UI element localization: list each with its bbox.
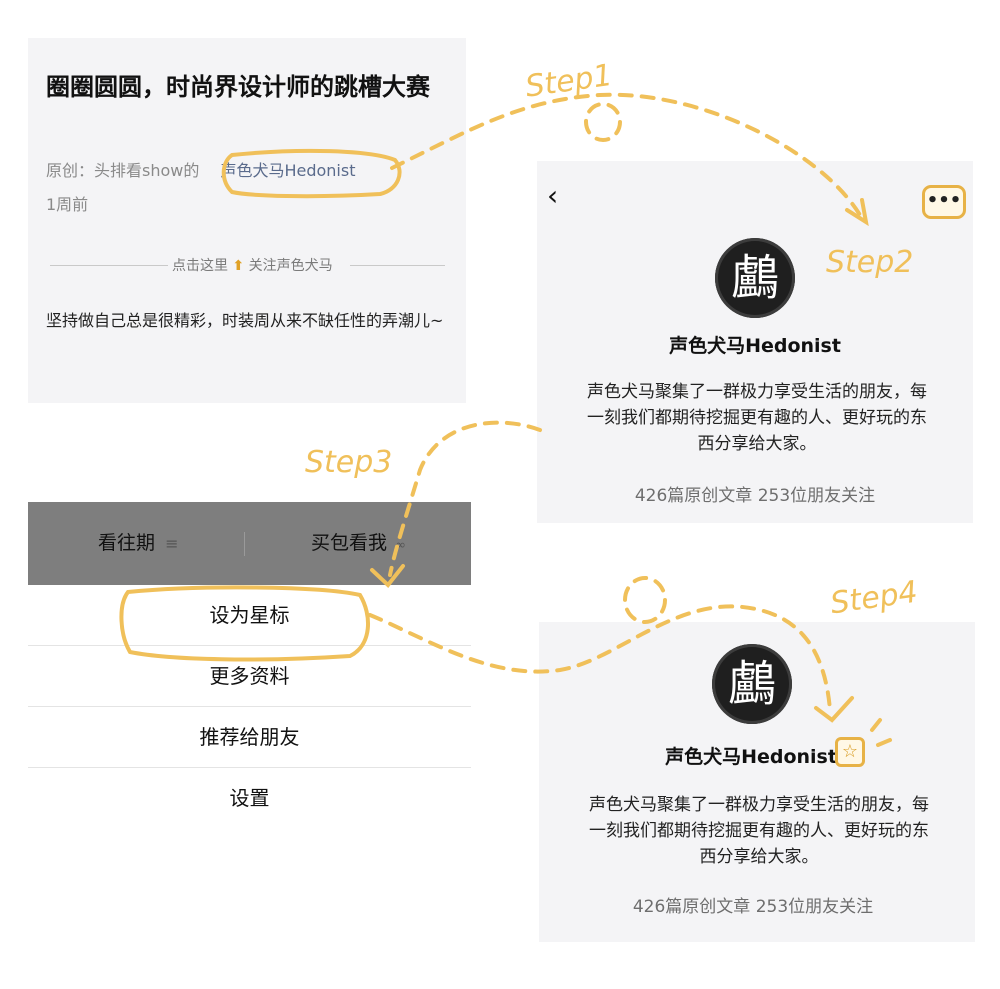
menu-item-more-info[interactable]: 更多资料 — [28, 646, 471, 707]
step4-label: Step4 — [828, 575, 919, 622]
tab-shop-label: 买包看我 — [311, 532, 388, 554]
follow-prompt-left: 点击这里 — [172, 258, 228, 274]
article-meta: 原创：头排看show的 声色犬马Hedonist — [46, 154, 363, 184]
menu-item-settings[interactable]: 设置 — [28, 768, 471, 828]
menu-item-star[interactable]: 设为星标 — [28, 585, 471, 646]
article-author-link[interactable]: 声色犬马Hedonist — [212, 154, 363, 184]
tab-shop[interactable]: 买包看我 ∞ — [311, 502, 406, 585]
tab-history-label: 看往期 — [98, 532, 156, 554]
star-icon: ☆ — [835, 737, 865, 767]
avatar: 鸕 — [715, 238, 795, 318]
more-icon[interactable]: ••• — [922, 185, 966, 219]
profile-panel: ‹ ••• 鸕 声色犬马Hedonist 声色犬马聚集了一群极力享受生活的朋友，… — [537, 161, 973, 523]
tab-separator — [244, 532, 245, 556]
list-icon: ≡ — [165, 534, 179, 553]
menu-tab-bar: 看往期 ≡ 买包看我 ∞ — [28, 502, 471, 585]
up-arrow-icon: ⬆ — [232, 258, 245, 274]
tab-history[interactable]: 看往期 ≡ — [98, 502, 178, 585]
article-title: 圈圈圆圆，时尚界设计师的跳槽大赛 — [46, 73, 430, 101]
profile-starred-panel: 鸕 声色犬马Hedonist 声色犬马聚集了一群极力享受生活的朋友，每一刻我们都… — [539, 622, 975, 942]
action-menu: 看往期 ≡ 买包看我 ∞ 设为星标 更多资料 推荐给朋友 设置 — [28, 502, 471, 834]
article-body: 坚持做自己总是很精彩，时装周从来不缺任性的弄潮儿~ — [46, 311, 444, 330]
profile-name: 声色犬马Hedonist — [665, 746, 837, 768]
profile-stats: 426篇原创文章 253位朋友关注 — [634, 486, 876, 506]
avatar: 鸕 — [712, 644, 792, 724]
profile-name: 声色犬马Hedonist — [669, 335, 841, 357]
follow-divider: 点击这里 ⬆ 关注声色犬马 — [50, 255, 445, 275]
article-panel: 圈圈圆圆，时尚界设计师的跳槽大赛 原创：头排看show的 声色犬马Hedonis… — [28, 38, 466, 403]
step3-label: Step3 — [305, 445, 392, 480]
step1-label: Step1 — [523, 58, 614, 105]
back-icon[interactable]: ‹ — [547, 181, 571, 211]
link-icon: ∞ — [395, 538, 406, 553]
profile-description: 声色犬马聚集了一群极力享受生活的朋友，每一刻我们都期待挖掘更有趣的人、更好玩的东… — [589, 795, 929, 867]
profile-description: 声色犬马聚集了一群极力享受生活的朋友，每一刻我们都期待挖掘更有趣的人、更好玩的东… — [587, 382, 927, 454]
follow-prompt-right: 关注声色犬马 — [248, 258, 333, 274]
article-meta-prefix: 原创：头排看show的 — [46, 161, 200, 180]
article-time: 1周前 — [46, 195, 89, 214]
profile-stats: 426篇原创文章 253位朋友关注 — [632, 897, 874, 917]
follow-prompt[interactable]: 点击这里 ⬆ 关注声色犬马 — [172, 255, 333, 275]
menu-item-recommend[interactable]: 推荐给朋友 — [28, 707, 471, 768]
